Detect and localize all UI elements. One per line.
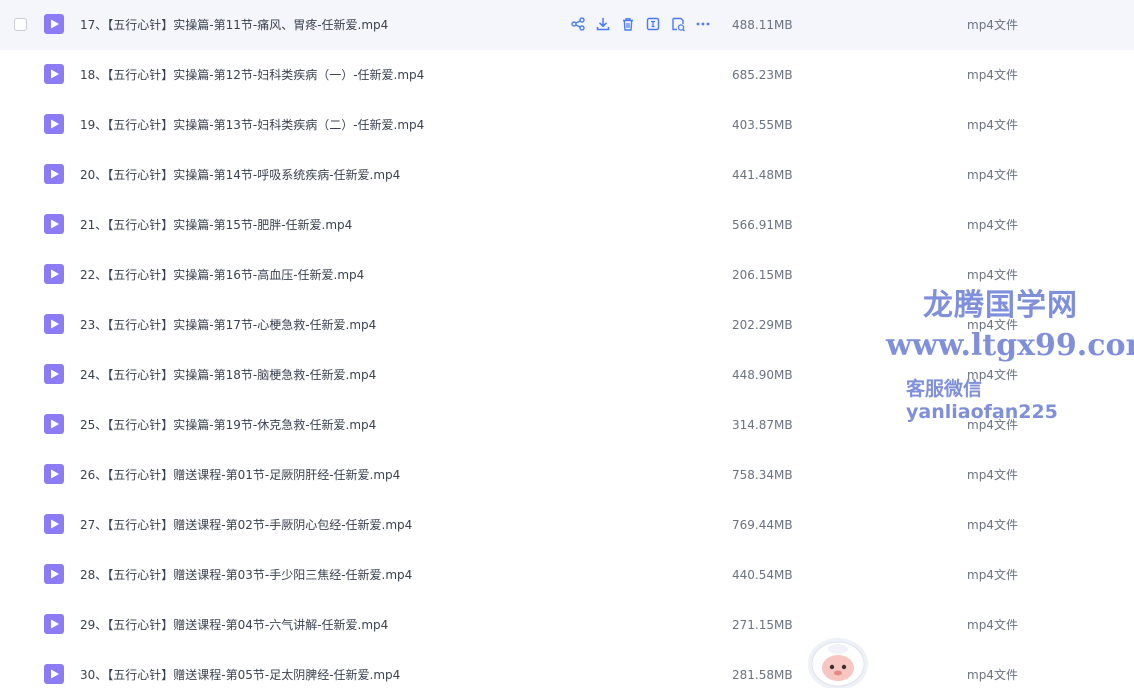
file-name[interactable]: 19、【五行心针】实操篇-第13节-妇科类疾病（二）-任新爱.mp4 [80, 116, 424, 134]
file-size: 440.54MB [732, 568, 793, 582]
video-file-icon [44, 14, 64, 34]
file-size: 685.23MB [732, 68, 793, 82]
file-row[interactable]: 20、【五行心针】实操篇-第14节-呼吸系统疾病-任新爱.mp4 441.48M… [0, 150, 1134, 200]
video-file-icon [44, 464, 64, 484]
file-row[interactable]: 28、【五行心针】赠送课程-第03节-手少阳三焦经-任新爱.mp4 440.54… [0, 550, 1134, 600]
move-icon[interactable] [670, 16, 686, 32]
file-type: mp4文件 [967, 518, 1018, 532]
file-name[interactable]: 25、【五行心针】实操篇-第19节-休克急救-任新爱.mp4 [80, 416, 376, 434]
file-size: 769.44MB [732, 518, 793, 532]
row-action-bar [570, 16, 711, 32]
file-size: 281.58MB [732, 668, 793, 682]
file-name[interactable]: 27、【五行心针】赠送课程-第02节-手厥阴心包经-任新爱.mp4 [80, 516, 412, 534]
share-icon[interactable] [570, 16, 586, 32]
file-row[interactable]: 26、【五行心针】赠送课程-第01节-足厥阴肝经-任新爱.mp4 758.34M… [0, 450, 1134, 500]
file-type: mp4文件 [967, 118, 1018, 132]
file-size: 403.55MB [732, 118, 793, 132]
file-list: 17、【五行心针】实操篇-第11节-痛风、胃疼-任新爱.mp4 488.11MB… [0, 0, 1134, 700]
file-size: 758.34MB [732, 468, 793, 482]
file-name[interactable]: 21、【五行心针】实操篇-第15节-肥胖-任新爱.mp4 [80, 216, 352, 234]
file-name[interactable]: 18、【五行心针】实操篇-第12节-妇科类疾病（一）-任新爱.mp4 [80, 66, 424, 84]
video-file-icon [44, 664, 64, 684]
file-size: 206.15MB [732, 268, 793, 282]
video-file-icon [44, 364, 64, 384]
video-file-icon [44, 214, 64, 234]
file-row[interactable]: 18、【五行心针】实操篇-第12节-妇科类疾病（一）-任新爱.mp4 685.2… [0, 50, 1134, 100]
rename-icon[interactable] [645, 16, 661, 32]
file-type: mp4文件 [967, 368, 1018, 382]
file-row[interactable]: 24、【五行心针】实操篇-第18节-脑梗急救-任新爱.mp4 448.90MB … [0, 350, 1134, 400]
file-type: mp4文件 [967, 218, 1018, 232]
file-name[interactable]: 26、【五行心针】赠送课程-第01节-足厥阴肝经-任新爱.mp4 [80, 466, 400, 484]
file-row[interactable]: 27、【五行心针】赠送课程-第02节-手厥阴心包经-任新爱.mp4 769.44… [0, 500, 1134, 550]
video-file-icon [44, 164, 64, 184]
file-row[interactable]: 29、【五行心针】赠送课程-第04节-六气讲解-任新爱.mp4 271.15MB… [0, 600, 1134, 650]
file-name[interactable]: 29、【五行心针】赠送课程-第04节-六气讲解-任新爱.mp4 [80, 616, 388, 634]
file-name[interactable]: 30、【五行心针】赠送课程-第05节-足太阴脾经-任新爱.mp4 [80, 666, 400, 684]
video-file-icon [44, 264, 64, 284]
file-size: 271.15MB [732, 618, 793, 632]
file-name[interactable]: 28、【五行心针】赠送课程-第03节-手少阳三焦经-任新爱.mp4 [80, 566, 412, 584]
file-type: mp4文件 [967, 668, 1018, 682]
file-size: 566.91MB [732, 218, 793, 232]
file-type: mp4文件 [967, 418, 1018, 432]
assistant-mascot-icon[interactable] [805, 634, 871, 688]
file-row[interactable]: 23、【五行心针】实操篇-第17节-心梗急救-任新爱.mp4 202.29MB … [0, 300, 1134, 350]
file-size: 488.11MB [732, 18, 793, 32]
video-file-icon [44, 614, 64, 634]
file-name[interactable]: 22、【五行心针】实操篇-第16节-高血压-任新爱.mp4 [80, 266, 364, 284]
delete-icon[interactable] [620, 16, 636, 32]
more-icon[interactable] [695, 16, 711, 32]
file-name[interactable]: 23、【五行心针】实操篇-第17节-心梗急救-任新爱.mp4 [80, 316, 376, 334]
video-file-icon [44, 314, 64, 334]
row-checkbox[interactable] [14, 18, 27, 31]
file-size: 314.87MB [732, 418, 793, 432]
file-row[interactable]: 21、【五行心针】实操篇-第15节-肥胖-任新爱.mp4 566.91MB mp… [0, 200, 1134, 250]
download-icon[interactable] [595, 16, 611, 32]
file-row[interactable]: 22、【五行心针】实操篇-第16节-高血压-任新爱.mp4 206.15MB m… [0, 250, 1134, 300]
video-file-icon [44, 564, 64, 584]
file-type: mp4文件 [967, 168, 1018, 182]
file-type: mp4文件 [967, 468, 1018, 482]
file-row[interactable]: 25、【五行心针】实操篇-第19节-休克急救-任新爱.mp4 314.87MB … [0, 400, 1134, 450]
file-size: 202.29MB [732, 318, 793, 332]
file-type: mp4文件 [967, 268, 1018, 282]
video-file-icon [44, 414, 64, 434]
file-size: 448.90MB [732, 368, 793, 382]
file-size: 441.48MB [732, 168, 793, 182]
file-name[interactable]: 17、【五行心针】实操篇-第11节-痛风、胃疼-任新爱.mp4 [80, 16, 388, 34]
file-row[interactable]: 19、【五行心针】实操篇-第13节-妇科类疾病（二）-任新爱.mp4 403.5… [0, 100, 1134, 150]
file-type: mp4文件 [967, 568, 1018, 582]
file-type: mp4文件 [967, 318, 1018, 332]
file-type: mp4文件 [967, 68, 1018, 82]
file-row[interactable]: 30、【五行心针】赠送课程-第05节-足太阴脾经-任新爱.mp4 281.58M… [0, 650, 1134, 700]
file-name[interactable]: 24、【五行心针】实操篇-第18节-脑梗急救-任新爱.mp4 [80, 366, 376, 384]
file-row[interactable]: 17、【五行心针】实操篇-第11节-痛风、胃疼-任新爱.mp4 488.11MB… [0, 0, 1134, 50]
video-file-icon [44, 114, 64, 134]
video-file-icon [44, 64, 64, 84]
video-file-icon [44, 514, 64, 534]
file-name[interactable]: 20、【五行心针】实操篇-第14节-呼吸系统疾病-任新爱.mp4 [80, 166, 400, 184]
file-type: mp4文件 [967, 18, 1018, 32]
file-type: mp4文件 [967, 618, 1018, 632]
